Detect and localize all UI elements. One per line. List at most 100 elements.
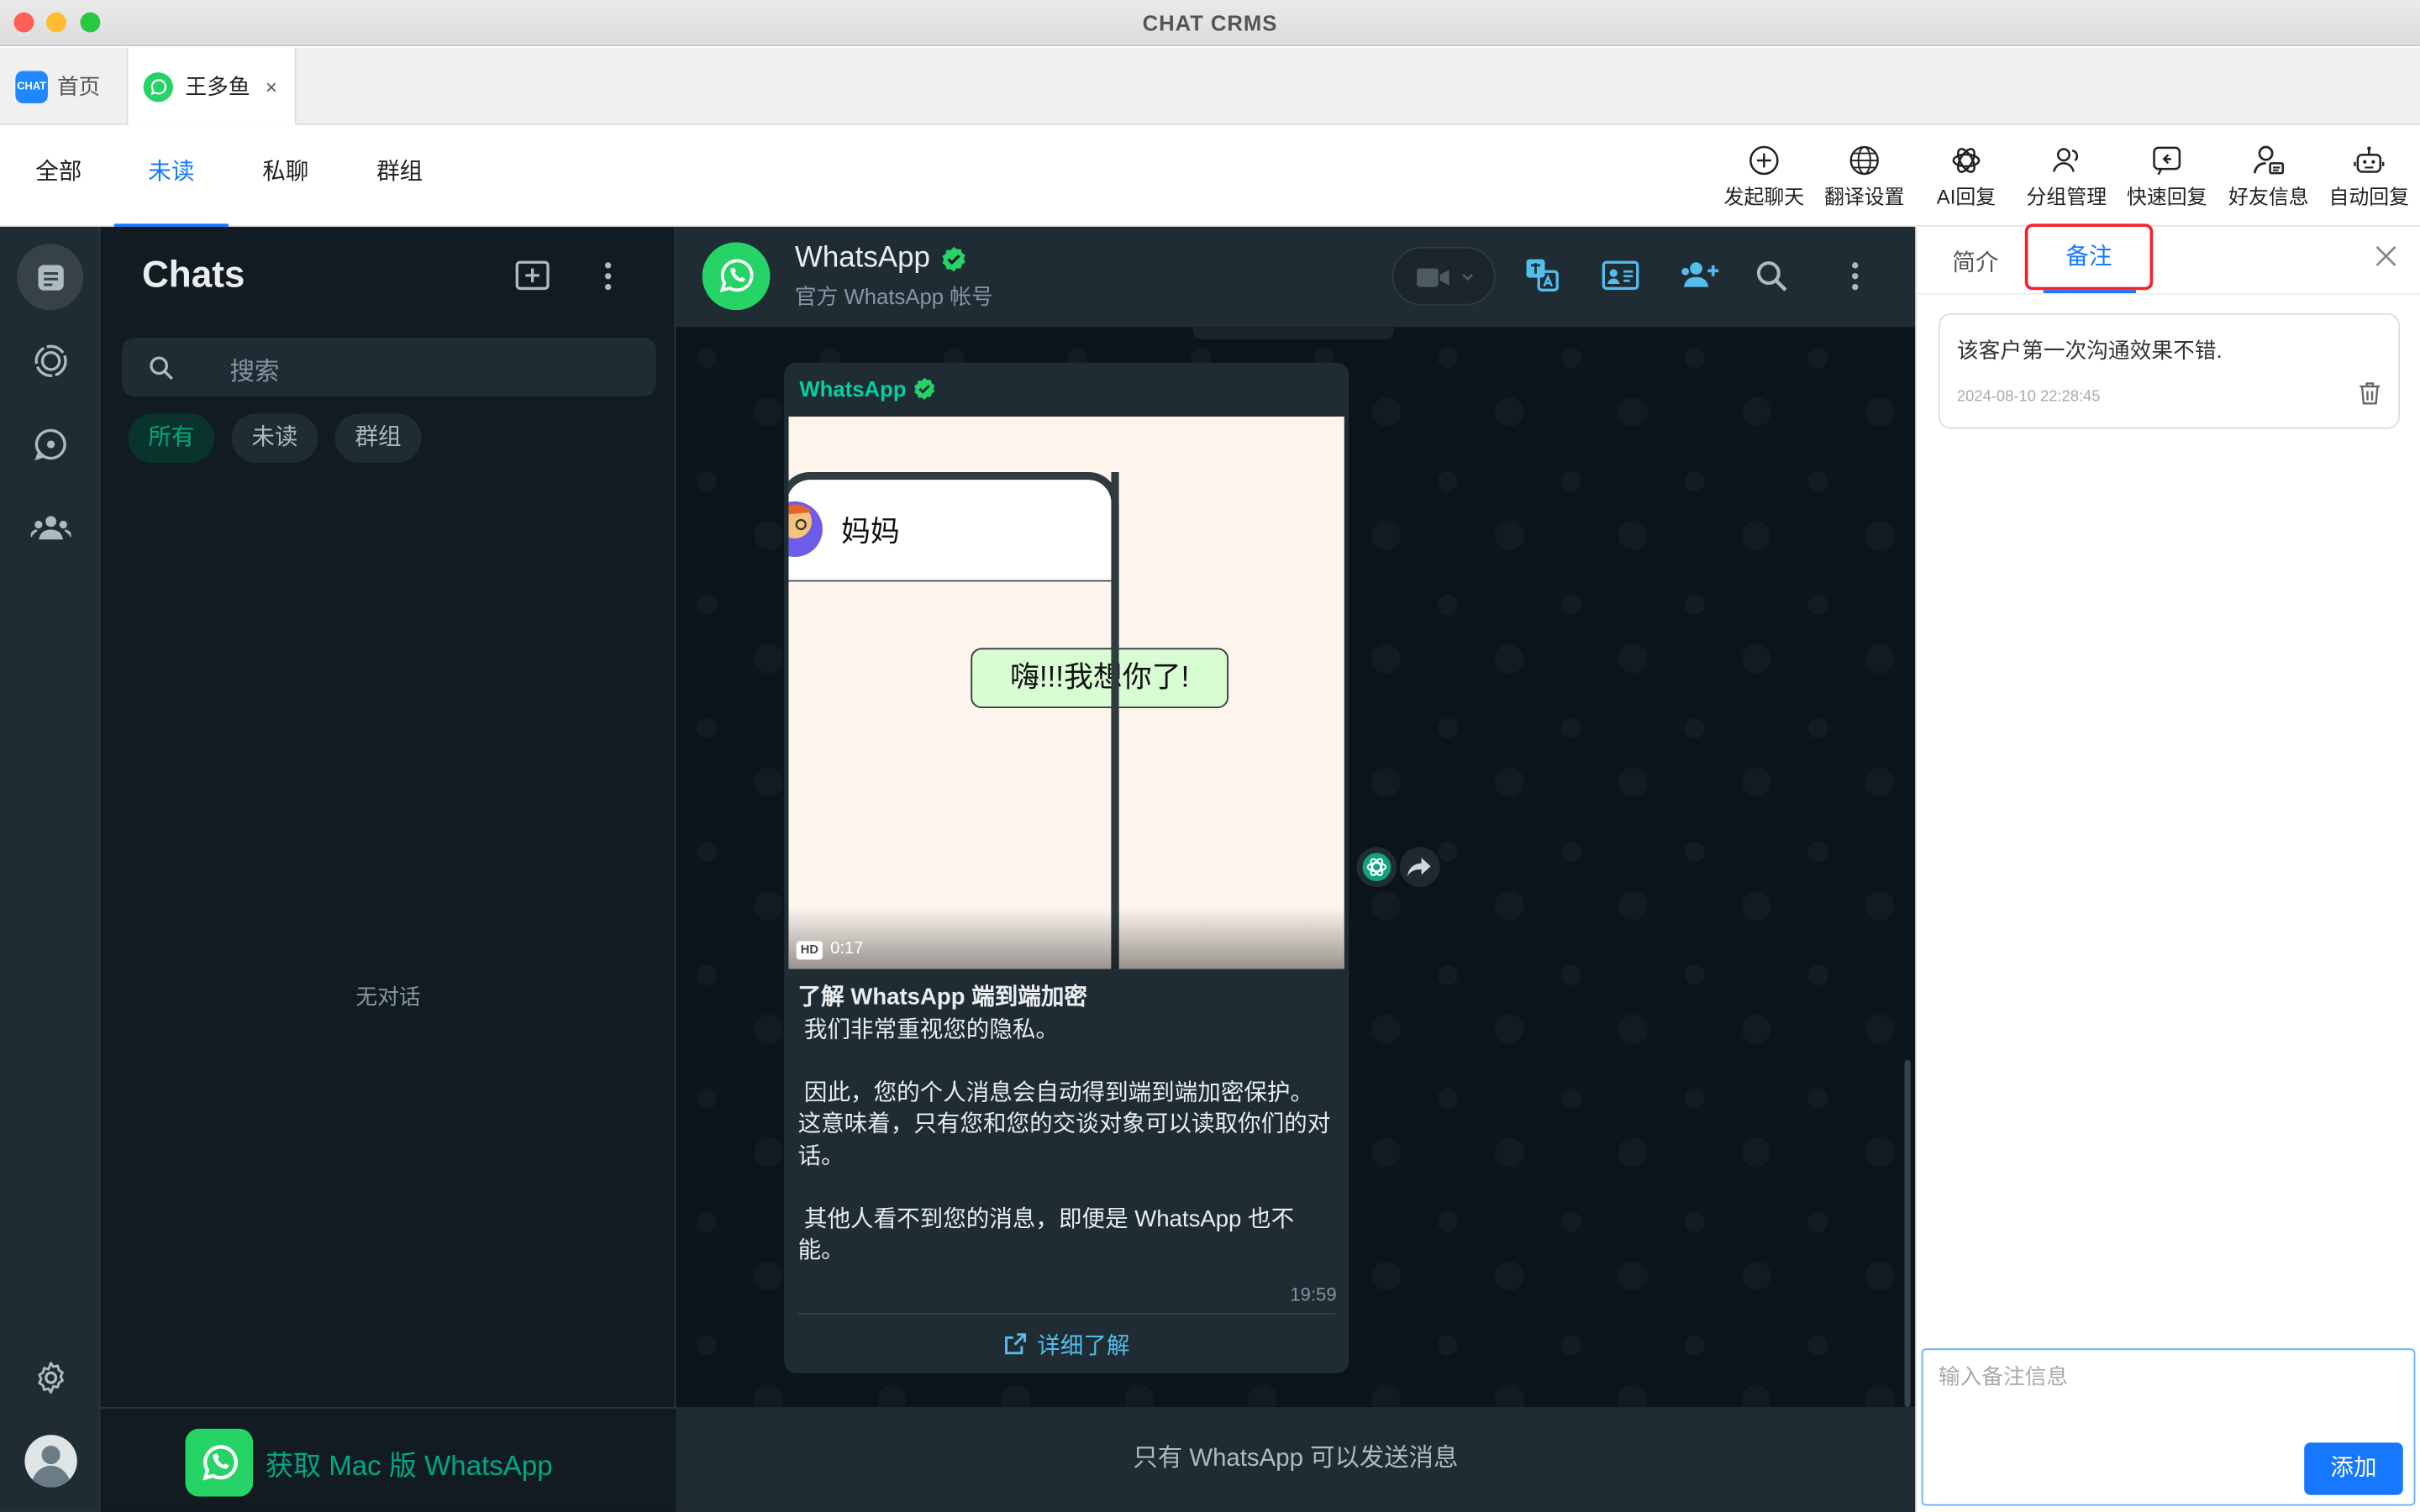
message-paragraph: 我们非常重视您的隐私。 <box>803 1016 1060 1042</box>
video-duration: 0:17 <box>830 939 864 958</box>
mac-promo-banner[interactable]: 获取 Mac 版 WhatsApp <box>100 1407 676 1512</box>
tab-profile[interactable]: 简介 <box>1952 245 1998 278</box>
tab-label: 首页 <box>56 74 101 99</box>
new-chat-icon <box>515 260 550 291</box>
video-camera-icon <box>1417 268 1449 287</box>
message-time: 19:59 <box>1290 1284 1337 1305</box>
rail-communities-button[interactable] <box>17 494 83 560</box>
external-link-icon <box>1005 1333 1027 1355</box>
tool-label: AI回复 <box>1936 185 1996 208</box>
friend-info-button[interactable]: 好友信息 <box>2217 144 2319 212</box>
note-text: 该客户第一次沟通效果不错. <box>1956 338 2223 363</box>
chip-unread[interactable]: 未读 <box>231 413 318 464</box>
quick-reply-button[interactable]: 快速回复 <box>2116 144 2217 212</box>
contact-subtitle: 官方 WhatsApp 帐号 <box>794 283 993 309</box>
filter-unread[interactable]: 未读 <box>113 125 229 227</box>
translate-icon[interactable] <box>1525 258 1559 291</box>
active-tab-indicator <box>2043 290 2136 293</box>
rail-channels-button[interactable] <box>17 411 83 477</box>
message-bubble[interactable]: WhatsApp 妈妈 嗨!!!我想你了! HD 0:17 了解 WhatsAp… <box>784 362 1349 1373</box>
avatar <box>24 1434 76 1487</box>
nav-rail <box>0 226 101 1512</box>
search-icon[interactable] <box>1754 260 1788 293</box>
note-input-placeholder: 输入备注信息 <box>1938 1363 2069 1389</box>
robot-icon <box>2354 146 2385 173</box>
gear-icon <box>37 1361 63 1394</box>
whatsapp-logo-icon <box>185 1428 254 1497</box>
note-input[interactable]: 输入备注信息 添加 <box>1921 1348 2416 1506</box>
conversation-footer: 只有 WhatsApp 可以发送消息 <box>676 1407 1916 1512</box>
verified-badge-icon <box>941 246 965 272</box>
trash-icon[interactable] <box>2358 381 2381 406</box>
translate-settings-button[interactable]: 翻译设置 <box>1813 144 1915 212</box>
search-box[interactable]: 搜索 <box>122 338 656 397</box>
tool-label: 翻译设置 <box>1823 185 1905 208</box>
chevron-down-icon <box>1462 274 1474 281</box>
add-user-icon[interactable] <box>1679 260 1719 291</box>
mac-promo-text: 获取 Mac 版 WhatsApp <box>265 1450 553 1482</box>
ai-translate-message-button[interactable] <box>1356 847 1397 888</box>
globe-icon <box>1849 145 1879 176</box>
contact-card-icon[interactable] <box>1602 260 1639 291</box>
chat-app-icon: CHAT <box>15 70 48 103</box>
phone-header <box>788 480 1112 582</box>
app-window: CHAT CRMS CHAT 首页 王多鱼 × 全部 未读 私聊 群组 发起聊天… <box>0 0 2420 1512</box>
tab-home[interactable]: CHAT 首页 <box>15 48 124 125</box>
tool-label: 快速回复 <box>2126 185 2207 208</box>
filter-toolbar: 全部 未读 私聊 群组 发起聊天 翻译设置 AI回复 分组管理 快速回复 好友信… <box>0 124 2420 227</box>
filter-all[interactable]: 全部 <box>15 125 102 227</box>
empty-state-text: 无对话 <box>355 984 421 1010</box>
chip-groups[interactable]: 群组 <box>334 413 422 464</box>
ai-knot-icon <box>1362 853 1392 882</box>
chat-scrollbar[interactable] <box>1904 1059 1911 1408</box>
search-input[interactable]: 搜索 <box>230 350 280 387</box>
rail-profile-button[interactable] <box>17 1427 83 1494</box>
rail-chats-button[interactable] <box>17 244 84 311</box>
note-timestamp: 2024-08-10 22:28:45 <box>1956 388 2101 407</box>
reply-bubble-icon <box>2153 146 2181 176</box>
more-vertical-icon[interactable] <box>1839 260 1870 293</box>
tab-contact[interactable]: 王多鱼 × <box>126 47 297 125</box>
video-call-button[interactable] <box>1392 246 1496 306</box>
tab-bar: CHAT 首页 王多鱼 × <box>0 47 2420 125</box>
rail-settings-button[interactable] <box>17 1344 83 1410</box>
start-chat-button[interactable]: 发起聊天 <box>1713 144 1815 212</box>
tool-label: 好友信息 <box>2228 185 2309 208</box>
more-vertical-icon <box>604 262 612 291</box>
ai-knot-icon <box>1952 148 1981 173</box>
chip-all[interactable]: 所有 <box>128 413 215 464</box>
close-icon[interactable] <box>2375 245 2397 267</box>
learn-more-label: 详细了解 <box>1037 1331 1130 1359</box>
avatar <box>788 501 823 558</box>
verified-badge-icon <box>914 377 935 400</box>
search-icon <box>150 356 173 381</box>
chat-list-menu-button[interactable] <box>592 260 623 302</box>
video-thumbnail[interactable]: 妈妈 嗨!!!我想你了! HD 0:17 <box>788 416 1344 969</box>
tool-label: 自动回复 <box>2328 185 2410 208</box>
add-note-button[interactable]: 添加 <box>2304 1442 2403 1495</box>
learn-more-link[interactable]: 详细了解 <box>784 1315 1349 1373</box>
message-sender: WhatsApp <box>799 376 907 402</box>
notes-panel: 简介 备注 该客户第一次沟通效果不错. 2024-08-10 22:28:45 … <box>1915 223 2420 1512</box>
message-body: 了解 WhatsApp 端到端加密 我们非常重视您的隐私。 因此，您的个人消息会… <box>798 983 1331 1268</box>
tab-notes[interactable]: 备注 <box>2024 223 2154 291</box>
forward-message-button[interactable] <box>1399 847 1440 888</box>
forward-icon <box>1407 858 1431 877</box>
auto-reply-button[interactable]: 自动回复 <box>2318 144 2420 212</box>
filter-private[interactable]: 私聊 <box>242 125 329 227</box>
tab-label: 王多鱼 <box>185 74 250 99</box>
close-tab-icon[interactable]: × <box>266 75 277 98</box>
chat-list-panel: Chats 搜索 所有 未读 群组 无对话 获取 Mac 版 WhatsApp <box>100 226 676 1512</box>
new-chat-button[interactable] <box>514 260 551 302</box>
phone-message-bubble: 嗨!!!我想你了! <box>971 648 1229 709</box>
chat-list-title: Chats <box>141 255 245 297</box>
ai-reply-button[interactable]: AI回复 <box>1915 144 2017 212</box>
note-card: 该客户第一次沟通效果不错. 2024-08-10 22:28:45 <box>1938 312 2401 429</box>
conversation-header[interactable]: WhatsApp 官方 WhatsApp 帐号 <box>676 226 1916 328</box>
filter-groups[interactable]: 群组 <box>356 125 443 227</box>
rail-status-button[interactable] <box>17 327 83 393</box>
group-manage-button[interactable]: 分组管理 <box>2016 144 2118 212</box>
plus-circle-icon <box>1749 145 1779 176</box>
status-icon <box>34 344 66 376</box>
video-overlay <box>788 906 1344 969</box>
